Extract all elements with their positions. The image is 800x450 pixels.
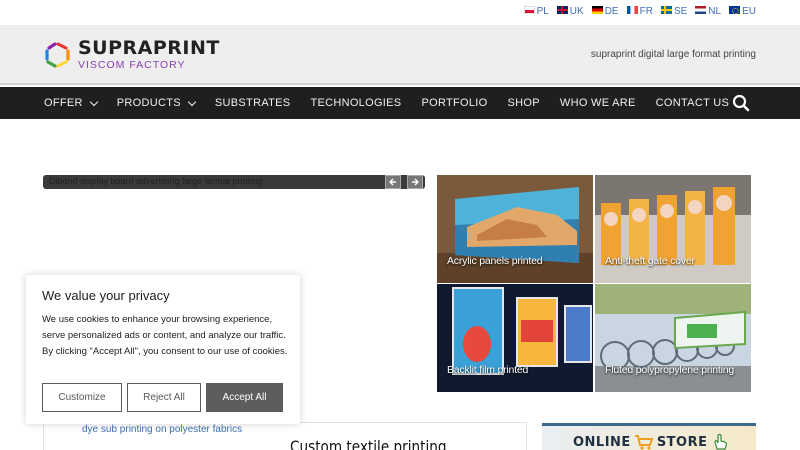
tile-label: Fluted polypropylene printing bbox=[605, 364, 735, 376]
language-bar: PL UK DE FR SE NL EU bbox=[0, 0, 800, 25]
eu-flag-icon bbox=[729, 5, 741, 14]
nav-item-technologies[interactable]: TECHNOLOGIES bbox=[310, 97, 401, 109]
main-nav: OFFER PRODUCTS SUBSTRATES TECHNOLOGIES P… bbox=[0, 87, 800, 119]
site-logo[interactable]: SUPRAPRINT VISCOM FACTORY bbox=[44, 39, 220, 71]
header-tagline: supraprint digital large format printing bbox=[590, 49, 756, 60]
lang-eu[interactable]: EU bbox=[729, 5, 756, 17]
fr-flag-icon bbox=[626, 5, 638, 14]
nav-item-offer[interactable]: OFFER bbox=[44, 97, 99, 109]
site-header: SUPRAPRINT VISCOM FACTORY supraprint dig… bbox=[0, 25, 800, 85]
tile-label: Acrylic panels printed bbox=[447, 255, 543, 267]
tile-acrylic-panels[interactable]: Acrylic panels printed bbox=[437, 175, 593, 283]
lang-uk[interactable]: UK bbox=[556, 5, 584, 17]
lang-se[interactable]: SE bbox=[660, 5, 687, 17]
tile-fluted-polypropylene[interactable]: Fluted polypropylene printing bbox=[595, 284, 751, 392]
nav-items: OFFER PRODUCTS SUBSTRATES TECHNOLOGIES P… bbox=[44, 87, 749, 119]
search-icon[interactable] bbox=[732, 94, 750, 112]
lang-nl[interactable]: NL bbox=[695, 5, 721, 17]
arrow-left-icon bbox=[389, 178, 396, 186]
store-label-left: ONLINE bbox=[573, 434, 631, 450]
pl-flag-icon bbox=[523, 5, 535, 14]
de-flag-icon bbox=[591, 5, 603, 14]
shopping-cart-icon bbox=[634, 435, 654, 450]
content-card: dye sub printing on polyester fabrics Cu… bbox=[43, 422, 527, 450]
logo-text: SUPRAPRINT VISCOM FACTORY bbox=[78, 39, 220, 71]
se-flag-icon bbox=[660, 5, 672, 14]
cookie-consent-dialog: We value your privacy We use cookies to … bbox=[26, 275, 300, 424]
lang-pl[interactable]: PL bbox=[523, 5, 549, 17]
accept-all-button[interactable]: Accept All bbox=[206, 383, 283, 412]
lang-fr[interactable]: FR bbox=[626, 5, 653, 17]
nl-flag-icon bbox=[695, 5, 707, 14]
nav-item-who-we-are[interactable]: WHO WE ARE bbox=[560, 97, 636, 109]
online-store-banner[interactable]: ONLINE STORE bbox=[542, 423, 756, 450]
uk-flag-icon bbox=[556, 5, 568, 14]
tile-backlit-film[interactable]: Backlit film printed bbox=[437, 284, 593, 392]
language-list: PL UK DE FR SE NL EU bbox=[523, 5, 756, 17]
chevron-down-icon bbox=[89, 97, 99, 106]
tile-label: Anti-theft gate cover bbox=[605, 255, 695, 267]
nav-item-products[interactable]: PRODUCTS bbox=[117, 97, 197, 109]
slider-next-button[interactable] bbox=[407, 175, 423, 189]
logo-subtitle: VISCOM FACTORY bbox=[78, 59, 186, 71]
image-slider[interactable]: Dibond display board advertising large f… bbox=[43, 175, 425, 189]
nav-item-substrates[interactable]: SUBSTRATES bbox=[215, 97, 291, 109]
cookie-title: We value your privacy bbox=[42, 288, 170, 303]
lang-de[interactable]: DE bbox=[591, 5, 619, 17]
nav-item-portfolio[interactable]: PORTFOLIO bbox=[421, 97, 487, 109]
tile-label: Backlit film printed bbox=[447, 364, 529, 376]
product-tiles: Acrylic panels printed Anti-theft gate c… bbox=[437, 175, 751, 392]
content-title: Custom textile printing bbox=[290, 437, 447, 450]
reject-all-button[interactable]: Reject All bbox=[127, 383, 201, 412]
nav-item-shop[interactable]: SHOP bbox=[508, 97, 540, 109]
cookie-text: We use cookies to enhance your browsing … bbox=[42, 314, 288, 357]
nav-item-contact-us[interactable]: CONTACT US bbox=[656, 97, 730, 109]
logo-name: SUPRAPRINT bbox=[78, 37, 220, 59]
content-link[interactable]: dye sub printing on polyester fabrics bbox=[82, 424, 242, 435]
chevron-down-icon bbox=[187, 97, 197, 106]
hand-pointer-icon bbox=[713, 433, 727, 450]
slider-prev-button[interactable] bbox=[385, 175, 401, 189]
store-label-right: STORE bbox=[656, 434, 708, 450]
tile-anti-theft-gate[interactable]: Anti-theft gate cover bbox=[595, 175, 751, 283]
slider-caption: Dibond display board advertising large f… bbox=[49, 176, 263, 186]
logo-mark-icon bbox=[45, 42, 70, 68]
arrow-right-icon bbox=[412, 178, 419, 186]
customize-button[interactable]: Customize bbox=[42, 383, 122, 412]
store-text: ONLINE STORE bbox=[573, 433, 729, 450]
